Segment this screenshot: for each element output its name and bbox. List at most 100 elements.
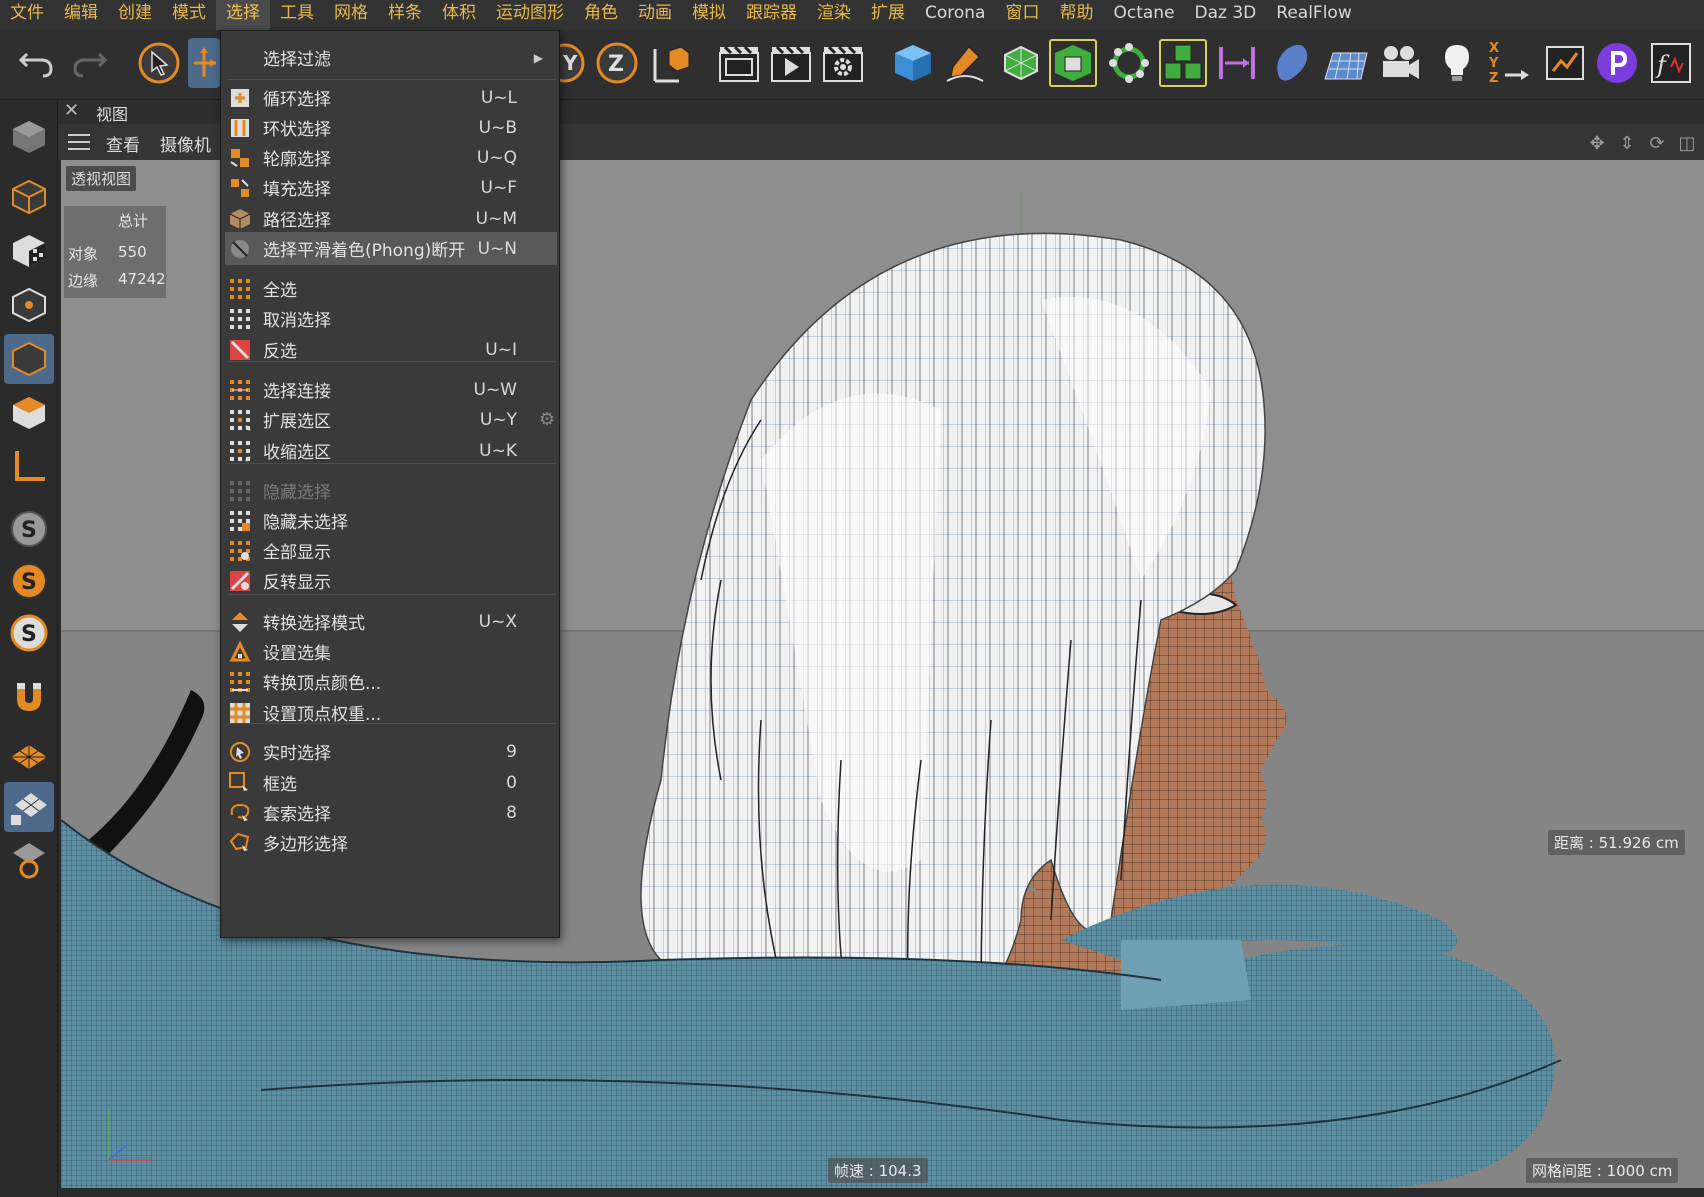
dropdown-item-select-all[interactable]: 全选 — [225, 272, 557, 305]
gear-icon[interactable]: ⚙ — [539, 409, 555, 430]
menu-item-14[interactable]: 渲染 — [807, 0, 861, 30]
dropdown-item-deselect[interactable]: 取消选择 — [225, 302, 557, 335]
menu-item-8[interactable]: 体积 — [432, 0, 486, 30]
subdivision-icon[interactable] — [996, 38, 1046, 88]
dropdown-item-select-connected[interactable]: 选择连接 U~W — [225, 373, 557, 406]
workplane-lock-icon[interactable] — [4, 782, 54, 832]
cube-icon[interactable] — [888, 38, 938, 88]
menu-item-5[interactable]: 工具 — [270, 0, 324, 30]
plugin-icon[interactable] — [1592, 38, 1642, 88]
workplane-snap-icon[interactable] — [4, 834, 54, 884]
dropdown-item-select-filter[interactable]: 选择过滤 ▶ — [225, 41, 557, 74]
menu-item-17[interactable]: 窗口 — [995, 0, 1049, 30]
dropdown-item-set-selection[interactable]: 设置选集 — [225, 635, 557, 668]
deformer-icon[interactable] — [1266, 38, 1316, 88]
menu-item-15[interactable]: 扩展 — [861, 0, 915, 30]
menu-item-3[interactable]: 模式 — [162, 0, 216, 30]
xyz-icon[interactable]: XYZ — [1484, 38, 1534, 88]
graph-icon[interactable] — [1540, 38, 1590, 88]
world-coord-icon[interactable] — [646, 38, 696, 88]
menu-item-7[interactable]: 样条 — [378, 0, 432, 30]
edges-mode-icon[interactable] — [4, 334, 54, 384]
cubes-group-icon[interactable] — [1158, 38, 1208, 88]
select-arrow-icon[interactable] — [134, 38, 184, 88]
menu-item-18[interactable]: 帮助 — [1049, 0, 1103, 30]
viewport-menu-view[interactable]: 查看 — [106, 131, 140, 156]
workplane-icon[interactable] — [4, 732, 54, 782]
menu-item-6[interactable]: 网格 — [324, 0, 378, 30]
dropdown-item-shrink-select[interactable]: 收缩选区 U~K — [225, 434, 557, 467]
dropdown-item-invert-select[interactable]: 反选 U~I — [225, 333, 557, 366]
dropdown-item-phong-break[interactable]: 选择平滑着色(Phong)断开 U~N — [225, 232, 557, 265]
dropdown-item-hide-unselected[interactable]: 隐藏未选择 — [225, 504, 557, 537]
z-axis-icon[interactable]: Z — [592, 38, 642, 88]
dropdown-item-label: 扩展选区 — [263, 412, 331, 432]
dropdown-item-rect-select[interactable]: 框选 0 — [225, 766, 557, 799]
menu-item-1[interactable]: 编辑 — [54, 0, 108, 30]
pan-icon[interactable]: ✥ — [1586, 133, 1608, 155]
shortcut-label: U~Y — [479, 409, 517, 430]
extrude-icon[interactable] — [1048, 38, 1098, 88]
symmetry-icon[interactable] — [1212, 38, 1262, 88]
dropdown-item-vertex-color[interactable]: 转换顶点颜色... — [225, 665, 557, 698]
floor-icon[interactable] — [1322, 38, 1372, 88]
solo-icon[interactable]: S — [4, 504, 54, 554]
move-icon[interactable] — [188, 38, 220, 88]
menu-corona[interactable]: Corona — [915, 0, 995, 30]
texture-mode-icon[interactable] — [4, 226, 54, 276]
viewport-camera-label[interactable]: 透视视图 — [66, 166, 137, 191]
dropdown-item-convert-selection[interactable]: 转换选择模式 U~X — [225, 605, 557, 638]
solo-selection-icon[interactable]: S — [4, 608, 54, 658]
menu-item-2[interactable]: 创建 — [108, 0, 162, 30]
menu-daz-3d[interactable]: Daz 3D — [1185, 0, 1267, 30]
redo-icon[interactable] — [64, 38, 114, 88]
dropdown-item-vertex-weight[interactable]: 设置顶点权重... — [225, 696, 557, 729]
hamburger-menu-icon[interactable] — [68, 134, 90, 150]
dropdown-item-unhide-all[interactable]: 全部显示 — [225, 534, 557, 567]
dropdown-item-outline-select[interactable]: 轮廓选择 U~Q — [225, 141, 557, 174]
dropdown-item-fill-select[interactable]: 填充选择 U~F — [225, 171, 557, 204]
model-mode-icon[interactable] — [4, 112, 54, 162]
menu-item-9[interactable]: 运动图形 — [486, 0, 574, 30]
render-settings-icon[interactable] — [818, 38, 868, 88]
dropdown-item-polygon-select[interactable]: 多边形选择 — [225, 826, 557, 859]
render-view-icon[interactable] — [766, 38, 816, 88]
maximize-view-icon[interactable]: ◫ — [1676, 133, 1698, 155]
dropdown-item-live-select[interactable]: 实时选择 9 — [225, 735, 557, 768]
svg-text:X: X — [1489, 41, 1499, 56]
dropdown-item-loop-select[interactable]: 循环选择 U~L — [225, 81, 557, 114]
rotate-view-icon[interactable]: ⟳ — [1646, 133, 1668, 155]
dropdown-item-path-select[interactable]: 路径选择 U~M — [225, 202, 557, 235]
magnet-icon[interactable] — [4, 672, 54, 722]
dolly-icon[interactable]: ⇕ — [1616, 133, 1638, 155]
menu-realflow[interactable]: RealFlow — [1266, 0, 1361, 30]
menu-item-0[interactable]: 文件 — [0, 0, 54, 30]
polygons-mode-icon[interactable] — [4, 388, 54, 438]
function-icon[interactable]: f — [1646, 38, 1696, 88]
dropdown-item-invert-visibility[interactable]: 反转显示 — [225, 564, 557, 597]
close-icon[interactable]: ✕ — [64, 100, 79, 121]
solo-hierarchy-icon[interactable]: S — [4, 556, 54, 606]
render-region-icon[interactable] — [714, 38, 764, 88]
object-mode-icon[interactable] — [4, 172, 54, 222]
menu-item-13[interactable]: 跟踪器 — [736, 0, 807, 30]
menu-item-4[interactable]: 选择 — [216, 0, 270, 30]
dropdown-item-ring-select[interactable]: 环状选择 U~B — [225, 111, 557, 144]
dropdown-item-lasso-select[interactable]: 套索选择 8 — [225, 796, 557, 829]
camera-icon[interactable] — [1376, 38, 1426, 88]
menu-item-12[interactable]: 模拟 — [682, 0, 736, 30]
viewport-tab-title[interactable]: 视图 — [96, 101, 128, 125]
menu-item-10[interactable]: 角色 — [574, 0, 628, 30]
stats-edges-label: 边缘 — [68, 272, 99, 290]
points-mode-icon[interactable] — [4, 280, 54, 330]
menu-item-11[interactable]: 动画 — [628, 0, 682, 30]
pen-icon[interactable] — [940, 38, 990, 88]
y-axis-icon[interactable]: Y — [556, 38, 588, 88]
dropdown-item-grow-select[interactable]: 扩展选区 U~Y ⚙ — [225, 403, 557, 436]
mograph-cloner-icon[interactable] — [1104, 38, 1154, 88]
menu-octane[interactable]: Octane — [1103, 0, 1184, 30]
light-icon[interactable] — [1432, 38, 1482, 88]
viewport-menu-camera[interactable]: 摄像机 — [160, 131, 211, 156]
axis-mode-icon[interactable] — [4, 442, 54, 492]
undo-icon[interactable] — [12, 38, 62, 88]
